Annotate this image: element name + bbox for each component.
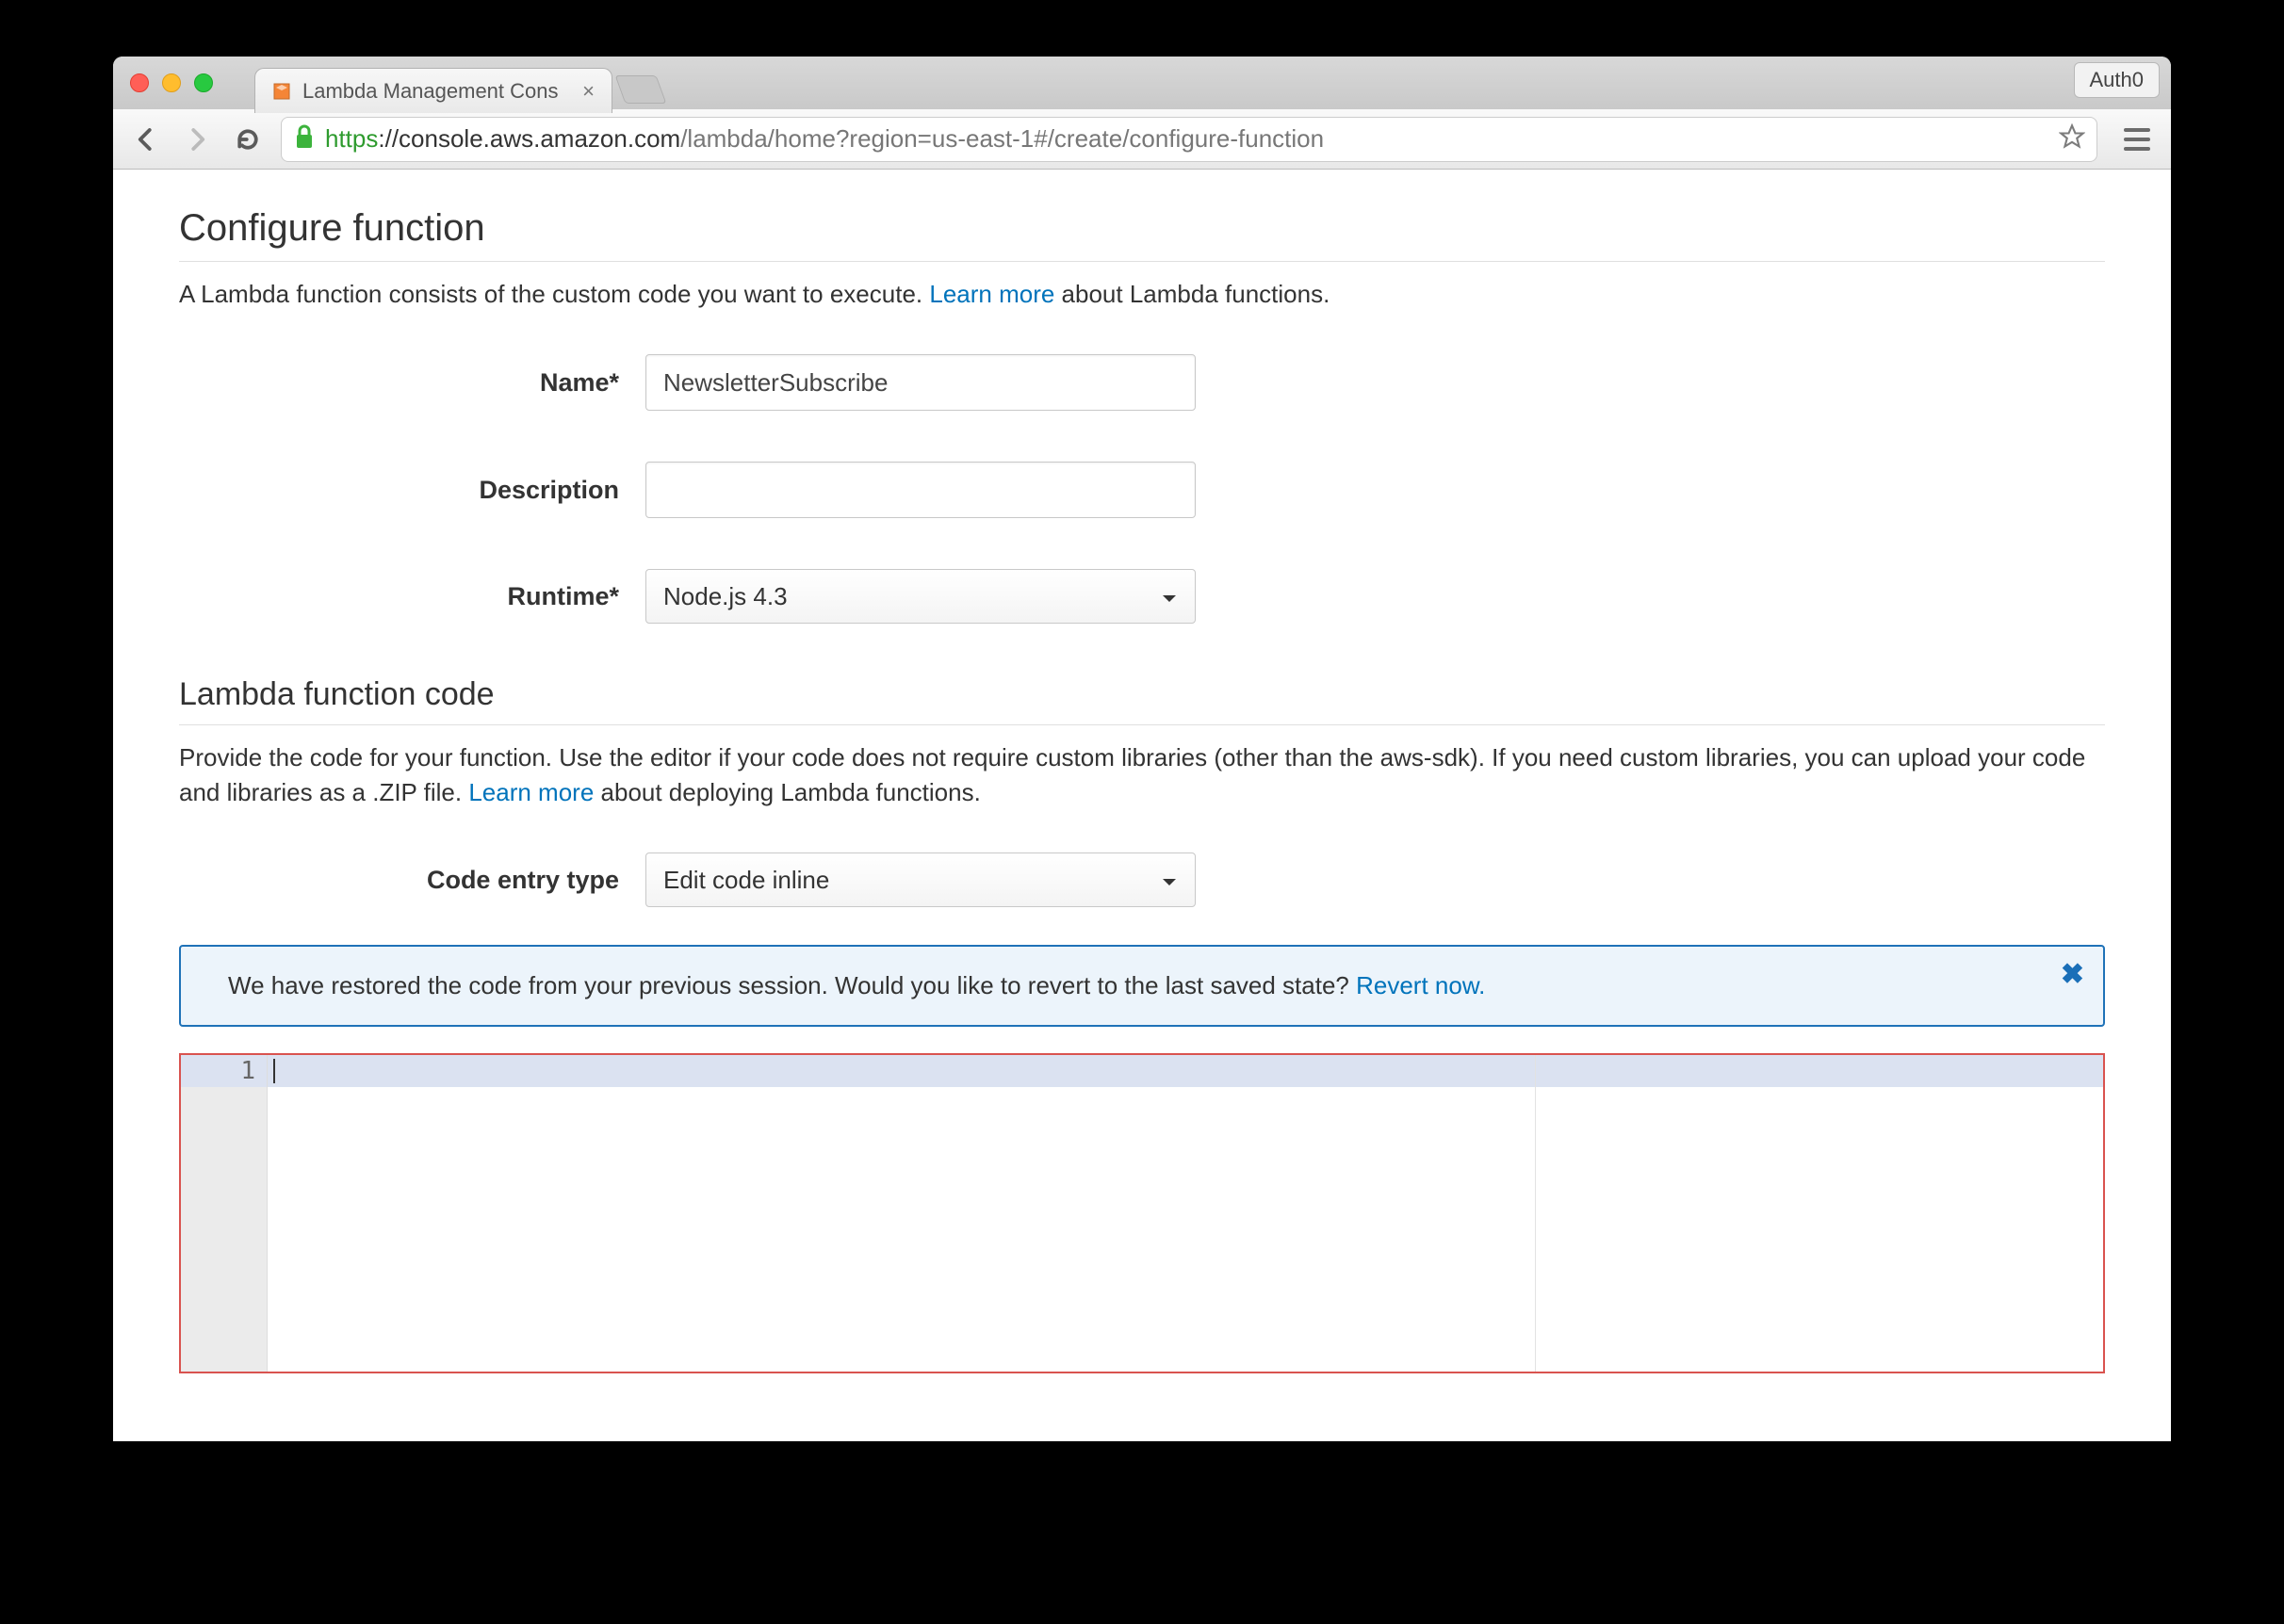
runtime-select[interactable]: Node.js 4.3: [645, 569, 1196, 624]
revert-link[interactable]: Revert now.: [1356, 971, 1485, 999]
editor-area[interactable]: [268, 1055, 2103, 1372]
tab-favicon-icon: [270, 80, 293, 103]
name-row: Name*: [179, 354, 2105, 411]
entry-type-value: Edit code inline: [663, 866, 829, 895]
desc-text-after: about Lambda functions.: [1054, 280, 1330, 308]
window-controls: [113, 73, 230, 92]
page-content: Configure function A Lambda function con…: [113, 170, 2171, 1441]
description-row: Description: [179, 462, 2105, 518]
divider: [179, 261, 2105, 262]
url-text: https://console.aws.amazon.com/lambda/ho…: [325, 124, 1324, 154]
editor-line[interactable]: [268, 1055, 2103, 1087]
entry-type-row: Code entry type Edit code inline: [179, 853, 2105, 907]
url-path: /lambda/home?region=us-east-1#/create/co…: [680, 124, 1324, 153]
close-window-icon[interactable]: [130, 73, 149, 92]
configure-description: A Lambda function consists of the custom…: [179, 277, 2105, 311]
profile-badge[interactable]: Auth0: [2074, 62, 2161, 98]
forward-button[interactable]: [179, 125, 215, 154]
desc-text: A Lambda function consists of the custom…: [179, 280, 929, 308]
alert-text: We have restored the code from your prev…: [228, 971, 1356, 999]
runtime-row: Runtime* Node.js 4.3: [179, 569, 2105, 624]
runtime-value: Node.js 4.3: [663, 582, 788, 611]
browser-tab[interactable]: Lambda Management Cons ×: [254, 68, 612, 113]
entry-type-select[interactable]: Edit code inline: [645, 853, 1196, 907]
chevron-down-icon: [1161, 582, 1178, 611]
minimize-window-icon[interactable]: [162, 73, 181, 92]
reload-button[interactable]: [230, 125, 266, 154]
code-heading: Lambda function code: [179, 676, 2105, 713]
cursor: [273, 1059, 275, 1083]
bookmark-star-icon[interactable]: [2059, 123, 2085, 154]
code-desc-text: Provide the code for your function. Use …: [179, 743, 2085, 805]
learn-more-link[interactable]: Learn more: [929, 280, 1054, 308]
new-tab-button[interactable]: [615, 75, 667, 104]
tab-title: Lambda Management Cons: [302, 79, 569, 104]
url-host: ://console.aws.amazon.com: [378, 124, 680, 153]
code-section: Lambda function code Provide the code fo…: [179, 676, 2105, 1373]
browser-window: Lambda Management Cons × Auth0 h: [113, 57, 2171, 1441]
divider: [179, 724, 2105, 725]
back-button[interactable]: [128, 125, 164, 154]
print-margin: [1535, 1055, 1536, 1372]
name-input[interactable]: [645, 354, 1196, 411]
tab-bar: Lambda Management Cons × Auth0: [113, 57, 2171, 109]
name-label: Name*: [179, 368, 645, 398]
code-desc-text-after: about deploying Lambda functions.: [594, 778, 981, 806]
learn-more-link[interactable]: Learn more: [468, 778, 594, 806]
close-icon[interactable]: ✖: [2061, 958, 2084, 991]
configure-section: Configure function A Lambda function con…: [179, 207, 2105, 624]
entry-type-label: Code entry type: [179, 866, 645, 895]
restore-alert: We have restored the code from your prev…: [179, 945, 2105, 1027]
configure-heading: Configure function: [179, 207, 2105, 250]
lock-icon: [293, 123, 316, 154]
url-input[interactable]: https://console.aws.amazon.com/lambda/ho…: [281, 117, 2097, 162]
runtime-label: Runtime*: [179, 582, 645, 611]
url-protocol: https: [325, 124, 378, 153]
description-label: Description: [179, 476, 645, 505]
gutter-line: 1: [181, 1055, 267, 1087]
description-input[interactable]: [645, 462, 1196, 518]
chevron-down-icon: [1161, 866, 1178, 895]
code-editor[interactable]: 1: [179, 1053, 2105, 1373]
menu-icon[interactable]: [2118, 121, 2156, 158]
gutter: 1: [181, 1055, 268, 1372]
tab-close-icon[interactable]: ×: [579, 79, 598, 104]
code-description: Provide the code for your function. Use …: [179, 740, 2105, 809]
zoom-window-icon[interactable]: [194, 73, 213, 92]
address-bar: https://console.aws.amazon.com/lambda/ho…: [113, 109, 2171, 170]
